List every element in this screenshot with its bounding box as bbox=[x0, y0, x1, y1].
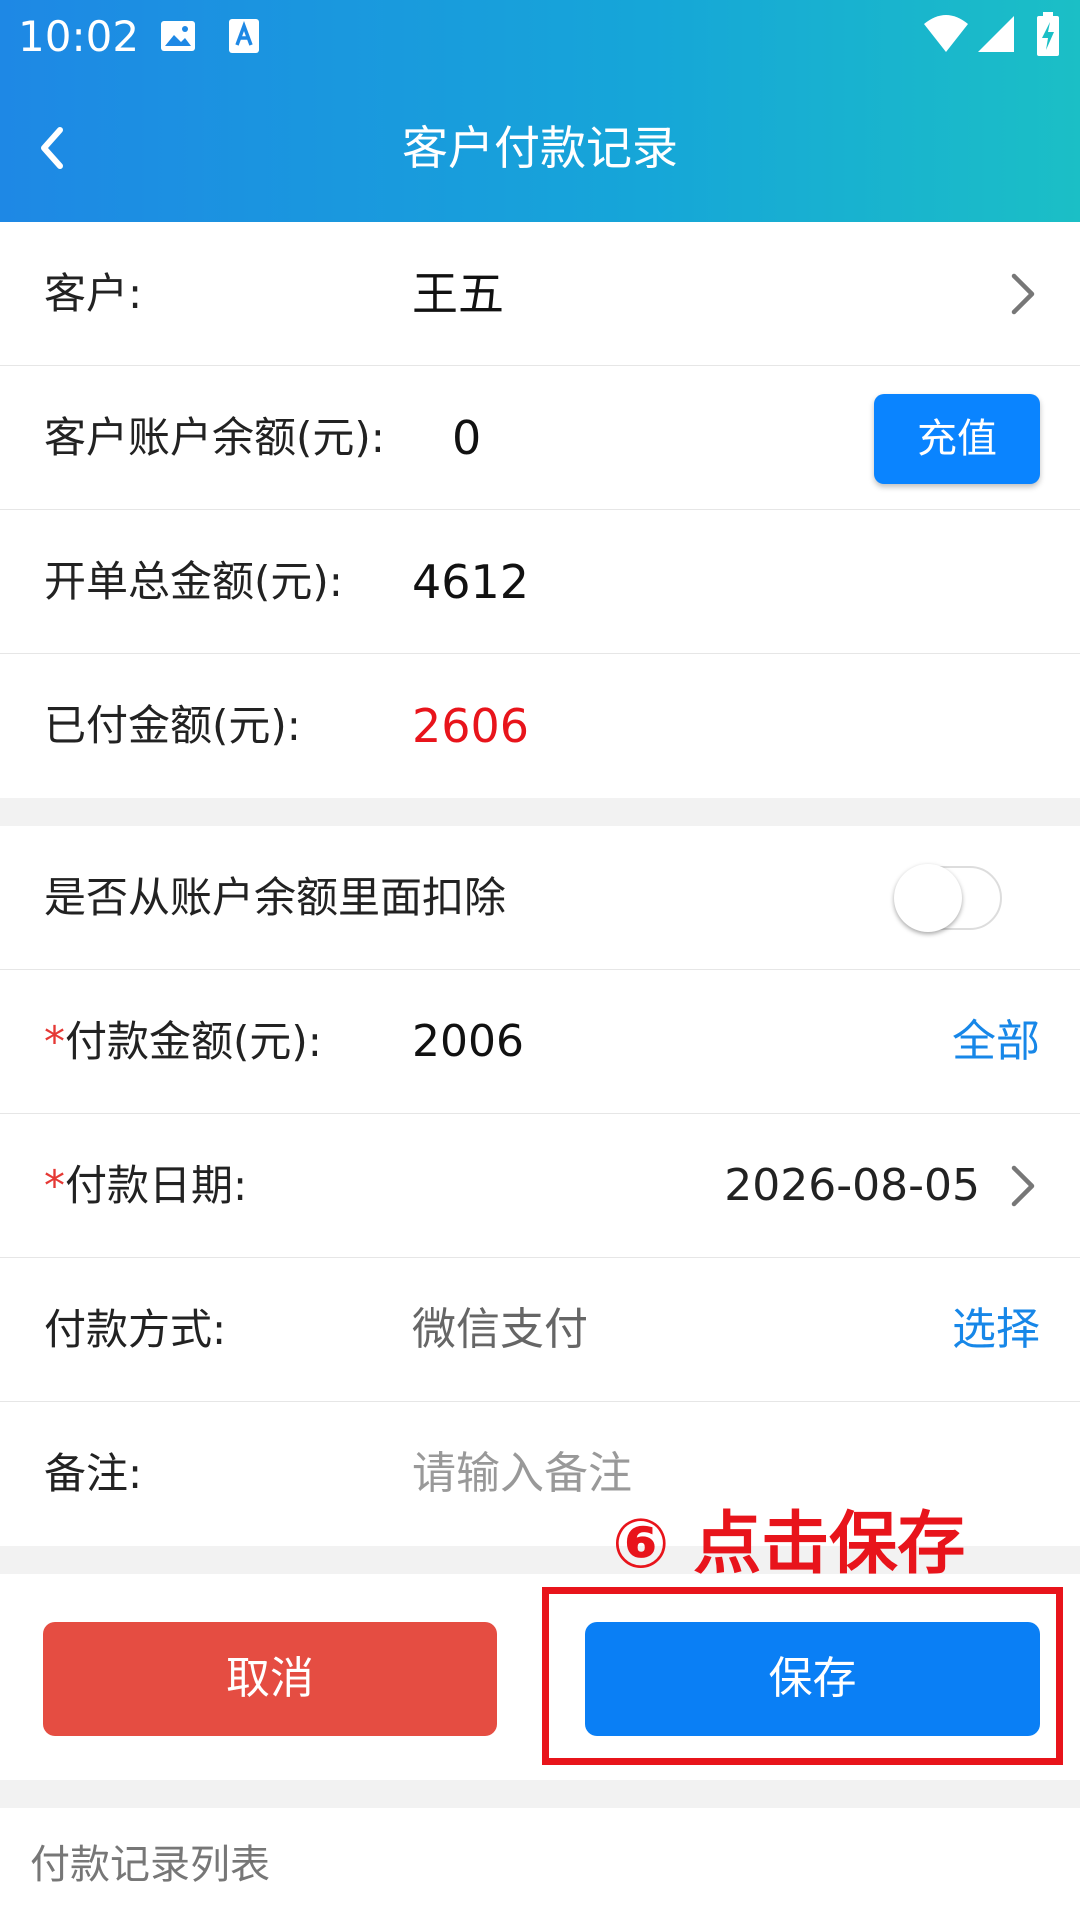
paid-amount-row: 已付金额(元): 2606 bbox=[0, 654, 1080, 798]
deduct-balance-row: 是否从账户余额里面扣除 bbox=[0, 826, 1080, 970]
payment-method-label: 付款方式: bbox=[44, 1305, 227, 1354]
balance-row: 客户账户余额(元): 0 充值 bbox=[0, 366, 1080, 510]
deduct-balance-toggle[interactable] bbox=[894, 864, 1002, 932]
total-amount-label: 开单总金额(元): bbox=[44, 557, 343, 606]
payment-date-label: *付款日期: bbox=[44, 1161, 248, 1210]
image-icon bbox=[161, 21, 195, 51]
cancel-button[interactable]: 取消 bbox=[43, 1622, 497, 1736]
required-mark: * bbox=[44, 1161, 65, 1210]
note-label: 备注: bbox=[44, 1449, 143, 1498]
paid-amount-label: 已付金额(元): bbox=[44, 701, 301, 750]
required-mark: * bbox=[44, 1017, 65, 1066]
signal-icon bbox=[978, 16, 1014, 52]
total-amount-row: 开单总金额(元): 4612 bbox=[0, 510, 1080, 654]
status-bar: 10:02 bbox=[0, 0, 1080, 74]
page-title: 客户付款记录 bbox=[402, 121, 678, 175]
nav-bar: 客户付款记录 bbox=[0, 74, 1080, 222]
payment-date-value: 2026-08-05 bbox=[724, 1160, 980, 1211]
battery-charging-icon bbox=[1037, 12, 1059, 56]
amount-all-link[interactable]: 全部 bbox=[952, 970, 1040, 1114]
payment-records-title: 付款记录列表 bbox=[30, 1842, 270, 1888]
topup-button[interactable]: 充值 bbox=[874, 394, 1040, 484]
note-input[interactable]: 请输入备注 bbox=[412, 1402, 632, 1546]
payment-amount-label: *付款金额(元): bbox=[44, 1017, 322, 1066]
font-icon bbox=[229, 19, 259, 53]
customer-label: 客户: bbox=[44, 269, 143, 318]
payment-amount-row: *付款金额(元): 2006 全部 bbox=[0, 970, 1080, 1114]
payment-records-list: 付款记录列表 bbox=[0, 1808, 1080, 1920]
balance-value: 0 bbox=[452, 411, 482, 465]
chevron-right-icon bbox=[1011, 1165, 1035, 1207]
annotation-text: ⑥ 点击保存 bbox=[612, 1505, 966, 1584]
total-amount-value: 4612 bbox=[412, 555, 530, 609]
payment-amount-input[interactable]: 2006 bbox=[412, 970, 524, 1114]
chevron-left-icon[interactable] bbox=[30, 110, 90, 186]
chevron-right-icon bbox=[1011, 273, 1035, 315]
payment-form-section: 是否从账户余额里面扣除 *付款金额(元): 2006 全部 *付款日期: 202… bbox=[0, 826, 1080, 1546]
method-select-link[interactable]: 选择 bbox=[952, 1258, 1040, 1402]
balance-label: 客户账户余额(元): bbox=[44, 413, 385, 462]
payment-method-value: 微信支付 bbox=[412, 1304, 588, 1355]
payment-date-row[interactable]: *付款日期: 2026-08-05 bbox=[0, 1114, 1080, 1258]
customer-value: 王五 bbox=[412, 267, 504, 321]
app-header: 10:02 客户付款记录 bbox=[0, 0, 1080, 222]
paid-amount-value: 2606 bbox=[412, 699, 530, 753]
wifi-icon bbox=[924, 15, 968, 52]
status-time: 10:02 bbox=[18, 12, 140, 61]
customer-row[interactable]: 客户: 王五 bbox=[0, 222, 1080, 366]
deduct-balance-label: 是否从账户余额里面扣除 bbox=[44, 873, 507, 922]
payment-method-row: 付款方式: 微信支付 选择 bbox=[0, 1258, 1080, 1402]
annotation-highlight-box bbox=[542, 1587, 1063, 1765]
toggle-knob bbox=[894, 864, 962, 932]
order-info-section: 客户: 王五 客户账户余额(元): 0 充值 开单总金额(元): 4612 已付… bbox=[0, 222, 1080, 798]
